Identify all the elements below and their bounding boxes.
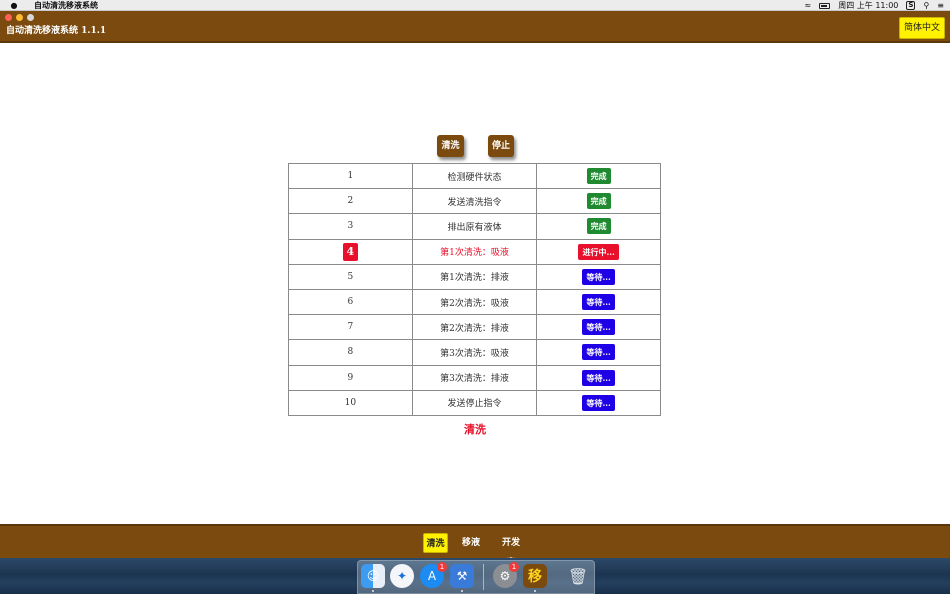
status-badge: 等待... [582,344,615,361]
table-row: 6 第2次清洗：吸液 等待... [288,288,661,316]
status-badge: 等待... [582,268,615,285]
tab-clean[interactable]: 清洗 [423,533,448,553]
table-row: 7 第2次清洗：排液 等待... [288,314,661,341]
table-row: 3 排出原有液体 完成 [288,213,661,240]
status-badge: 等待... [582,369,615,386]
step-status-cell: 完成 [536,188,661,215]
step-status-cell: 等待... [536,288,661,316]
table-row: 1 检测硬件状态 完成 [288,162,661,190]
step-name: 第3次清洗：排液 [411,364,538,391]
app-store-badge: 1 [437,562,447,572]
stop-button[interactable]: 停止 [488,135,514,157]
status-badge: 完成 [586,193,611,210]
window-controls [5,14,34,21]
status-badge: 完成 [586,168,611,185]
step-number-cell: 6 [288,288,413,316]
steps-table: 1 检测硬件状态 完成 2 发送清洗指令 完成 3 排出原有液体 完成 4 第1次清洗：吸液 进行中.… [288,162,661,416]
step-number-cell: 5 [288,263,413,290]
title-bar: 自动清洗移液系统 1.1.1 简体中文 [0,11,950,43]
list-icon[interactable]: ≡ [937,1,944,11]
step-number-cell: 7 [288,314,413,341]
step-number-cell: 2 [288,188,413,215]
zoom-window-button[interactable] [27,14,34,21]
step-name: 检测硬件状态 [411,162,538,190]
step-number-cell: 8 [288,339,413,366]
step-name: 第2次清洗：吸液 [411,288,538,316]
finder-icon[interactable]: ☺ [361,564,385,588]
step-name: 第1次清洗：吸液 [411,238,538,265]
step-number: 1 [347,171,354,182]
trash-icon[interactable]: 🗑 [566,564,590,588]
step-name: 第2次清洗：排液 [411,314,538,341]
status-badge: 等待... [582,319,615,336]
step-number: 5 [347,271,354,282]
step-number-cell: 4 [288,238,413,265]
close-window-button[interactable] [5,14,12,21]
system-preferences-badge: 1 [509,562,519,572]
status-badge: 进行中... [578,243,619,260]
table-row: 9 第3次清洗：排液 等待... [288,364,661,391]
step-number-cell: 1 [288,162,413,190]
status-badge: 等待... [582,394,615,411]
step-number: 9 [347,372,354,383]
step-status-cell: 等待... [536,263,661,290]
language-button[interactable]: 简体中文 [898,17,945,39]
step-number: 10 [344,397,357,408]
step-number-cell: 3 [288,213,413,240]
step-name: 发送清洗指令 [411,188,538,215]
step-status-cell: 完成 [536,213,661,240]
safari-icon[interactable]: ✦ [390,564,414,588]
table-row: 2 发送清洗指令 完成 [288,188,661,215]
step-name: 排出原有液体 [411,213,538,240]
table-row: 8 第3次清洗：吸液 等待... [288,339,661,366]
minimize-window-button[interactable] [16,14,23,21]
dock-separator [483,564,484,590]
step-number-cell: 10 [288,389,413,416]
running-indicator [461,590,463,592]
step-status-cell: 等待... [536,314,661,341]
step-status-cell: 进行中... [536,238,661,265]
battery-icon[interactable] [819,2,831,9]
step-name: 第1次清洗：排液 [411,263,538,290]
tab-transfer[interactable]: 移液 [461,533,481,553]
step-number: 2 [347,196,354,207]
step-number: 7 [347,322,354,333]
status-badge: 完成 [586,218,611,235]
xcode-icon[interactable]: ⚒ [450,564,474,588]
running-indicator [534,590,536,592]
step-number: 4 [342,242,358,261]
menu-app-name[interactable]: 自动清洗移液系统 [34,0,98,11]
step-status-cell: 等待... [536,339,661,366]
apple-icon[interactable]: ● [10,1,18,10]
step-status-cell: 完成 [536,162,661,190]
tab-developer[interactable]: 开发商 [498,533,524,568]
clean-button[interactable]: 清洗 [437,135,464,157]
table-row: 10 发送停止指令 等待... [288,389,661,416]
app-title: 自动清洗移液系统 1.1.1 [6,26,107,36]
step-number: 6 [347,297,354,308]
step-number: 8 [347,347,354,358]
step-number: 3 [347,221,354,232]
table-row: 4 第1次清洗：吸液 进行中... [288,238,661,265]
bottom-tab-bar: 清洗 移液 开发商 [0,524,950,568]
app-icon[interactable]: 移 [523,564,547,588]
menu-clock[interactable]: 周四 上午 11:00 [838,1,898,11]
step-name: 第3次清洗：吸液 [411,339,538,366]
step-status-cell: 等待... [536,389,661,416]
step-name: 发送停止指令 [411,389,538,416]
wifi-icon[interactable]: ≈ [805,1,812,11]
menu-bar: ● 自动清洗移液系统 ≈ 周四 上午 11:00 S ⚲ ≡ [0,0,950,11]
table-row: 5 第1次清洗：排液 等待... [288,263,661,290]
step-number-cell: 9 [288,364,413,391]
current-mode-label: 清洗 [464,423,486,436]
status-badge: 等待... [582,294,615,311]
menu-bar-status: ≈ 周四 上午 11:00 S ⚲ ≡ [805,0,944,11]
step-status-cell: 等待... [536,364,661,391]
s-icon[interactable]: S [906,1,916,10]
search-icon[interactable]: ⚲ [923,1,929,11]
running-indicator [372,590,374,592]
